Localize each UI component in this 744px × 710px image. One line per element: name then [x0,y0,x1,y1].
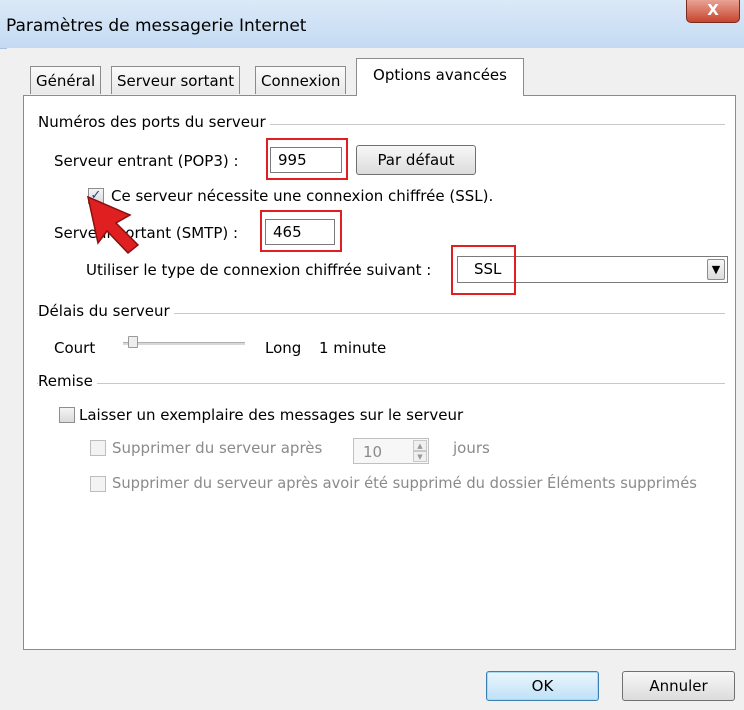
remove-after-spinner[interactable]: 10 ▲ ▼ [353,438,429,464]
encryption-type-select[interactable]: SSL ▼ [457,256,728,283]
spin-down-icon[interactable]: ▼ [413,451,427,462]
dialog-window: Paramètres de messagerie Internet X Géné… [0,0,744,710]
remove-after-checkbox[interactable] [90,440,106,456]
encryption-type-value: SSL [474,260,502,278]
spin-up-icon[interactable]: ▲ [413,440,427,451]
pointer-arrow-icon [86,195,140,255]
timeout-short-label: Court [54,339,96,357]
close-button[interactable]: X [686,0,740,23]
tab-outgoing-server[interactable]: Serveur sortant [111,66,241,94]
ok-button[interactable]: OK [486,671,599,701]
ssl-checkbox-label: Ce serveur nécessite une connexion chiff… [111,187,494,205]
days-label: jours [453,439,490,457]
timeout-long-label: Long [265,339,302,357]
incoming-port-field[interactable]: 995 [270,147,342,173]
delivery-group-line [37,383,725,384]
cancel-button[interactable]: Annuler [622,671,735,701]
remove-after-value: 10 [363,443,383,461]
tab-panel [23,95,736,650]
timeouts-group-label: Délais du serveur [38,302,174,320]
default-button[interactable]: Par défaut [356,145,476,175]
timeout-slider-thumb[interactable] [128,336,138,348]
remove-deleted-label: Supprimer du serveur après avoir été sup… [112,475,697,492]
chevron-down-icon[interactable]: ▼ [707,259,725,280]
outgoing-port-field[interactable]: 465 [265,219,335,245]
timeout-slider[interactable] [123,342,245,345]
delivery-group-label: Remise [38,372,97,390]
leave-copy-label: Laisser un exemplaire des messages sur l… [79,406,464,424]
remove-deleted-checkbox[interactable] [90,476,106,492]
timeout-value: 1 minute [319,339,387,357]
incoming-port-label: Serveur entrant (POP3) : [54,152,239,170]
ports-group-label: Numéros des ports du serveur [38,113,270,131]
remove-after-label: Supprimer du serveur après [112,439,323,457]
tab-general[interactable]: Général [30,66,102,94]
title-bar: Paramètres de messagerie Internet X [0,0,744,49]
tab-advanced-options[interactable]: Options avancées [356,58,524,96]
window-title: Paramètres de messagerie Internet [6,16,307,36]
tab-connection[interactable]: Connexion [255,66,347,94]
encryption-type-label: Utiliser le type de connexion chiffrée s… [86,261,432,279]
leave-copy-checkbox[interactable] [59,407,75,423]
